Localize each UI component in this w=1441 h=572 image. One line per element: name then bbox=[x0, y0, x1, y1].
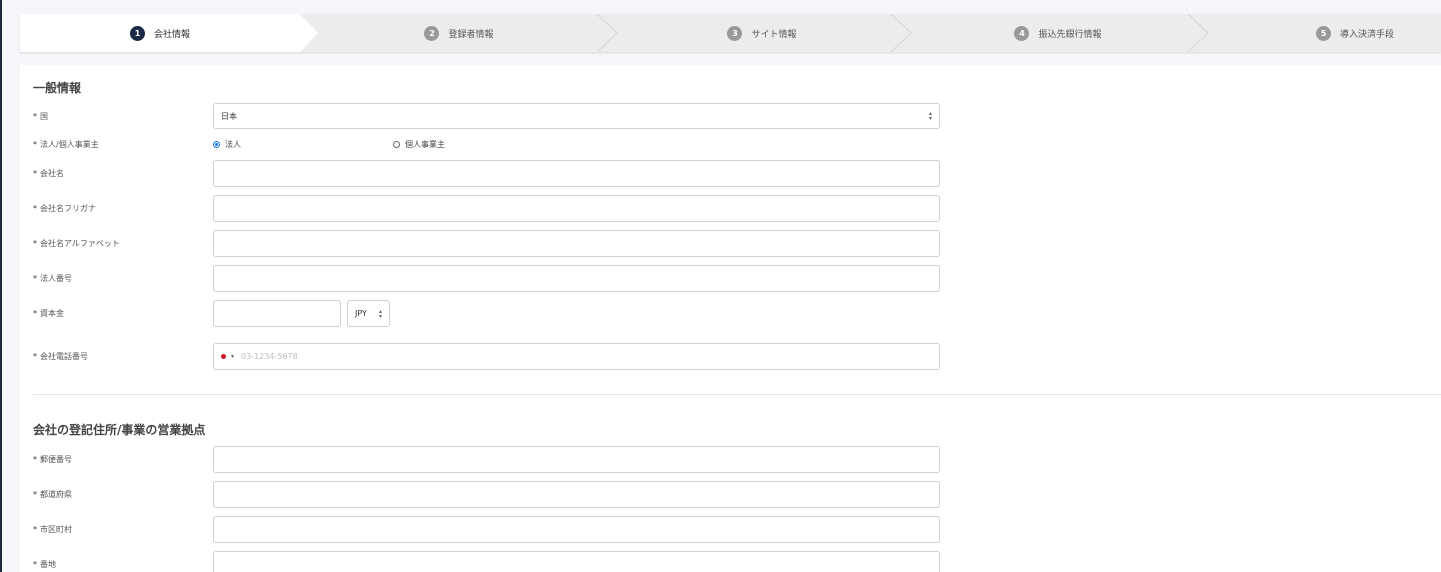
required-mark: * bbox=[33, 309, 37, 318]
step-bank-info[interactable]: 4 振込先銀行情報 bbox=[913, 14, 1203, 52]
step-label: 導入決済手段 bbox=[1339, 29, 1394, 40]
corp-number-label: * 法人番号 bbox=[33, 273, 72, 284]
select-arrows-icon: ▴ ▾ bbox=[378, 308, 382, 320]
entity-type-label: * 法人/個人事業主 bbox=[33, 139, 99, 150]
required-mark: * bbox=[33, 140, 37, 149]
step-number: 5 bbox=[1315, 25, 1331, 41]
step-payment-methods[interactable]: 5 導入決済手段 bbox=[1210, 14, 1441, 52]
progress-stepper: 1 会社情報 2 登録者情報 3 サイト情報 4 振込先銀行情報 5 導入決済手… bbox=[20, 14, 1441, 52]
capital-label-text: 資本金 bbox=[40, 309, 64, 318]
company-kana-input[interactable] bbox=[213, 195, 940, 222]
step-separator bbox=[597, 14, 618, 52]
step-registrant-info[interactable]: 2 登録者情報 bbox=[318, 14, 600, 52]
radio-sole-label: 個人事業主 bbox=[405, 140, 445, 149]
company-kana-label: * 会社名フリガナ bbox=[33, 203, 96, 214]
step-number: 1 bbox=[129, 25, 145, 41]
postal-code-label: * 郵便番号 bbox=[33, 454, 72, 465]
capital-label: * 資本金 bbox=[33, 308, 64, 319]
phone-label: * 会社電話番号 bbox=[33, 351, 88, 362]
radio-corporate[interactable]: 法人 bbox=[213, 139, 241, 150]
required-mark: * bbox=[33, 239, 37, 248]
step-arrow bbox=[300, 14, 318, 52]
step-company-info[interactable]: 1 会社情報 bbox=[20, 14, 318, 52]
phone-input[interactable]: ▾ 03-1234-5678 bbox=[213, 343, 940, 370]
step-number: 3 bbox=[727, 25, 743, 41]
window-edge bbox=[0, 0, 2, 572]
prefecture-input[interactable] bbox=[213, 481, 940, 508]
prefecture-label-text: 都道府県 bbox=[40, 490, 72, 499]
city-input[interactable] bbox=[213, 516, 940, 543]
company-alpha-input[interactable] bbox=[213, 230, 940, 257]
prefecture-label: * 都道府県 bbox=[33, 489, 72, 500]
street-label: * 番地 bbox=[33, 559, 56, 570]
section-title-general: 一般情報 bbox=[33, 81, 82, 95]
step-label: 登録者情報 bbox=[448, 29, 494, 40]
country-label-text: 国 bbox=[40, 112, 48, 121]
company-alpha-label: * 会社名アルファベット bbox=[33, 238, 120, 249]
required-mark: * bbox=[33, 204, 37, 213]
step-label: サイト情報 bbox=[751, 29, 797, 40]
select-arrows-icon: ▴ ▾ bbox=[928, 110, 932, 122]
step-number: 4 bbox=[1014, 25, 1030, 41]
japan-flag-icon[interactable] bbox=[221, 354, 226, 359]
step-site-info[interactable]: 3 サイト情報 bbox=[617, 14, 907, 52]
required-mark: * bbox=[33, 169, 37, 178]
radio-checked-icon bbox=[213, 141, 220, 148]
company-name-input[interactable] bbox=[213, 160, 940, 187]
required-mark: * bbox=[33, 560, 37, 569]
step-separator bbox=[891, 14, 912, 52]
country-label: * 国 bbox=[33, 111, 48, 122]
section-divider bbox=[33, 394, 1441, 395]
company-kana-label-text: 会社名フリガナ bbox=[40, 204, 96, 213]
company-alpha-label-text: 会社名アルファベット bbox=[40, 239, 120, 248]
capital-input[interactable] bbox=[213, 300, 341, 327]
chevron-down-icon[interactable]: ▾ bbox=[231, 353, 234, 360]
required-mark: * bbox=[33, 274, 37, 283]
form-card: 一般情報 * 国 日本 ▴ ▾ * 法人/個人事業主 法人 個人事業主 * 会社名 * 会… bbox=[20, 65, 1441, 572]
country-select-value: 日本 bbox=[221, 111, 237, 121]
step-number: 2 bbox=[424, 25, 440, 41]
required-mark: * bbox=[33, 352, 37, 361]
city-label-text: 市区町村 bbox=[40, 525, 72, 534]
section-title-address: 会社の登記住所/事業の営業拠点 bbox=[33, 423, 206, 437]
phone-placeholder: 03-1234-5678 bbox=[241, 352, 298, 361]
country-select[interactable]: 日本 ▴ ▾ bbox=[213, 103, 940, 129]
required-mark: * bbox=[33, 455, 37, 464]
postal-code-label-text: 郵便番号 bbox=[40, 455, 72, 464]
street-input[interactable] bbox=[213, 551, 940, 572]
company-name-label: * 会社名 bbox=[33, 168, 64, 179]
radio-corporate-label: 法人 bbox=[225, 140, 241, 149]
street-label-text: 番地 bbox=[40, 560, 56, 569]
radio-sole-proprietor[interactable]: 個人事業主 bbox=[393, 139, 445, 150]
phone-label-text: 会社電話番号 bbox=[40, 352, 88, 361]
corp-number-input[interactable] bbox=[213, 265, 940, 292]
required-mark: * bbox=[33, 525, 37, 534]
currency-select[interactable]: JPY ▴ ▾ bbox=[347, 300, 390, 327]
currency-select-value: JPY bbox=[355, 309, 367, 318]
step-label: 振込先銀行情報 bbox=[1038, 29, 1102, 40]
entity-type-label-text: 法人/個人事業主 bbox=[40, 140, 99, 149]
step-separator bbox=[1188, 14, 1209, 52]
postal-code-input[interactable] bbox=[213, 446, 940, 473]
step-label: 会社情報 bbox=[153, 29, 190, 40]
radio-unchecked-icon bbox=[393, 141, 400, 148]
city-label: * 市区町村 bbox=[33, 524, 72, 535]
required-mark: * bbox=[33, 112, 37, 121]
required-mark: * bbox=[33, 490, 37, 499]
corp-number-label-text: 法人番号 bbox=[40, 274, 72, 283]
company-name-label-text: 会社名 bbox=[40, 169, 64, 178]
